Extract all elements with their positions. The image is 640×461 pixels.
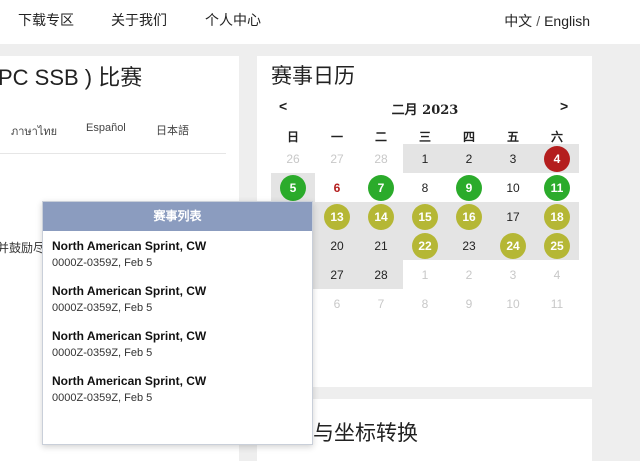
lang-tab-japanese[interactable]: 日本語 (156, 122, 189, 138)
event-day-marker: 18 (544, 203, 570, 230)
event-day-marker: 16 (456, 203, 482, 230)
calendar-day-with-events[interactable]: 18 (535, 202, 579, 231)
calendar-day-with-events[interactable]: 22 (403, 231, 447, 260)
event-day-marker: 15 (412, 203, 438, 230)
calendar-day[interactable]: 7 (359, 289, 403, 318)
calendar-day[interactable]: 20 (315, 231, 359, 260)
calendar-day-with-events[interactable]: 25 (535, 231, 579, 260)
weekday-label: 日 (286, 130, 299, 144)
calendar-day-with-events[interactable]: 5 (271, 173, 315, 202)
event-day-marker: 14 (368, 203, 394, 230)
event-day-marker: 24 (500, 232, 526, 259)
weekday-label: 三 (418, 130, 431, 144)
calendar-day-with-events[interactable]: 7 (359, 173, 403, 202)
nav-personal-center[interactable]: 个人中心 (205, 10, 261, 30)
calendar-day[interactable]: 27 (315, 144, 359, 173)
calendar-day-with-events[interactable]: 4 (535, 144, 579, 173)
weekday-header: 日一二三四五六 (271, 128, 579, 144)
calendar-day[interactable]: 4 (535, 260, 579, 289)
event-day-marker: 9 (456, 174, 482, 201)
calendar-day[interactable]: 8 (403, 173, 447, 202)
event-item[interactable]: North American Sprint, CW 0000Z-0359Z, F… (43, 366, 312, 411)
lang-separator: / (536, 13, 541, 29)
calendar-day[interactable]: 2 (447, 260, 491, 289)
lang-chinese-link[interactable]: 中文 (504, 13, 532, 29)
event-name: North American Sprint, CW (52, 374, 207, 388)
event-name: North American Sprint, CW (52, 239, 207, 253)
tabs-divider (0, 153, 226, 154)
calendar-day-with-events[interactable]: 13 (315, 202, 359, 231)
calendar-day[interactable]: 26 (271, 144, 315, 173)
language-switcher: 中文 / English (504, 11, 590, 31)
calendar-day[interactable]: 27 (315, 260, 359, 289)
weekday-label: 二 (374, 130, 387, 144)
lang-tab-thai[interactable]: ภาษาไทย (11, 122, 57, 140)
calendar-day-with-events[interactable]: 11 (535, 173, 579, 202)
event-time: 0000Z-0359Z, Feb 5 (52, 302, 153, 314)
top-navigation-bar: 下载专区 关于我们 个人中心 中文 / English (0, 0, 640, 44)
contest-title: PC SSB ) 比赛 (0, 65, 143, 90)
event-time: 0000Z-0359Z, Feb 5 (52, 257, 153, 269)
calendar-grid: 2627281234567891011121314151617181920212… (271, 144, 579, 320)
calendar-day[interactable]: 3 (491, 260, 535, 289)
calendar-day[interactable]: 28 (359, 260, 403, 289)
event-day-marker: 5 (280, 174, 306, 201)
event-item[interactable]: North American Sprint, CW 0000Z-0359Z, F… (43, 276, 312, 321)
next-month-button[interactable]: > (560, 98, 568, 114)
calendar-day[interactable]: 3 (491, 144, 535, 173)
event-day-marker: 13 (324, 203, 350, 230)
lang-english-link[interactable]: English (544, 13, 590, 29)
event-list-popup: 赛事列表 North American Sprint, CW 0000Z-035… (42, 201, 313, 445)
calendar-day-with-events[interactable]: 9 (447, 173, 491, 202)
calendar-day-with-events[interactable]: 24 (491, 231, 535, 260)
calendar-day[interactable]: 9 (447, 289, 491, 318)
event-day-marker: 25 (544, 232, 570, 259)
calendar-day[interactable]: 23 (447, 231, 491, 260)
nav-download-zone[interactable]: 下载专区 (18, 10, 74, 30)
calendar-month-label: 二月 2023 (391, 103, 459, 118)
contest-description-text: 并鼓励尽 (0, 241, 46, 255)
calendar-day[interactable]: 8 (403, 289, 447, 318)
calendar-day[interactable]: 2 (447, 144, 491, 173)
coordinate-conversion-title: 与坐标转换 (313, 422, 418, 445)
calendar-day[interactable]: 6 (315, 173, 359, 202)
lang-tab-spanish[interactable]: Español (86, 122, 126, 134)
event-item[interactable]: North American Sprint, CW 0000Z-0359Z, F… (43, 321, 312, 366)
event-day-marker: 22 (412, 232, 438, 259)
weekday-label: 六 (550, 130, 563, 144)
prev-month-button[interactable]: < (279, 98, 287, 114)
calendar-day[interactable]: 10 (491, 289, 535, 318)
event-time: 0000Z-0359Z, Feb 5 (52, 392, 153, 404)
calendar-day[interactable]: 6 (315, 289, 359, 318)
weekday-label: 一 (330, 130, 343, 144)
weekday-label: 五 (506, 130, 519, 144)
calendar-day-with-events[interactable]: 14 (359, 202, 403, 231)
calendar-day[interactable]: 21 (359, 231, 403, 260)
event-time: 0000Z-0359Z, Feb 5 (52, 347, 153, 359)
event-day-marker: 11 (544, 174, 570, 201)
calendar-day[interactable]: 17 (491, 202, 535, 231)
event-name: North American Sprint, CW (52, 329, 207, 343)
calendar-day[interactable]: 11 (535, 289, 579, 318)
nav-about-us[interactable]: 关于我们 (111, 10, 167, 30)
calendar-day[interactable]: 1 (403, 144, 447, 173)
event-day-marker: 7 (368, 174, 394, 201)
calendar-day[interactable]: 1 (403, 260, 447, 289)
calendar-day-with-events[interactable]: 16 (447, 202, 491, 231)
weekday-label: 四 (462, 130, 475, 144)
event-item[interactable]: North American Sprint, CW 0000Z-0359Z, F… (43, 231, 312, 276)
calendar-day-with-events[interactable]: 15 (403, 202, 447, 231)
calendar-title: 赛事日历 (271, 65, 355, 88)
popup-title: 赛事列表 (43, 202, 312, 231)
calendar-day[interactable]: 28 (359, 144, 403, 173)
event-name: North American Sprint, CW (52, 284, 207, 298)
calendar-day[interactable]: 10 (491, 173, 535, 202)
event-day-marker: 4 (544, 145, 570, 172)
